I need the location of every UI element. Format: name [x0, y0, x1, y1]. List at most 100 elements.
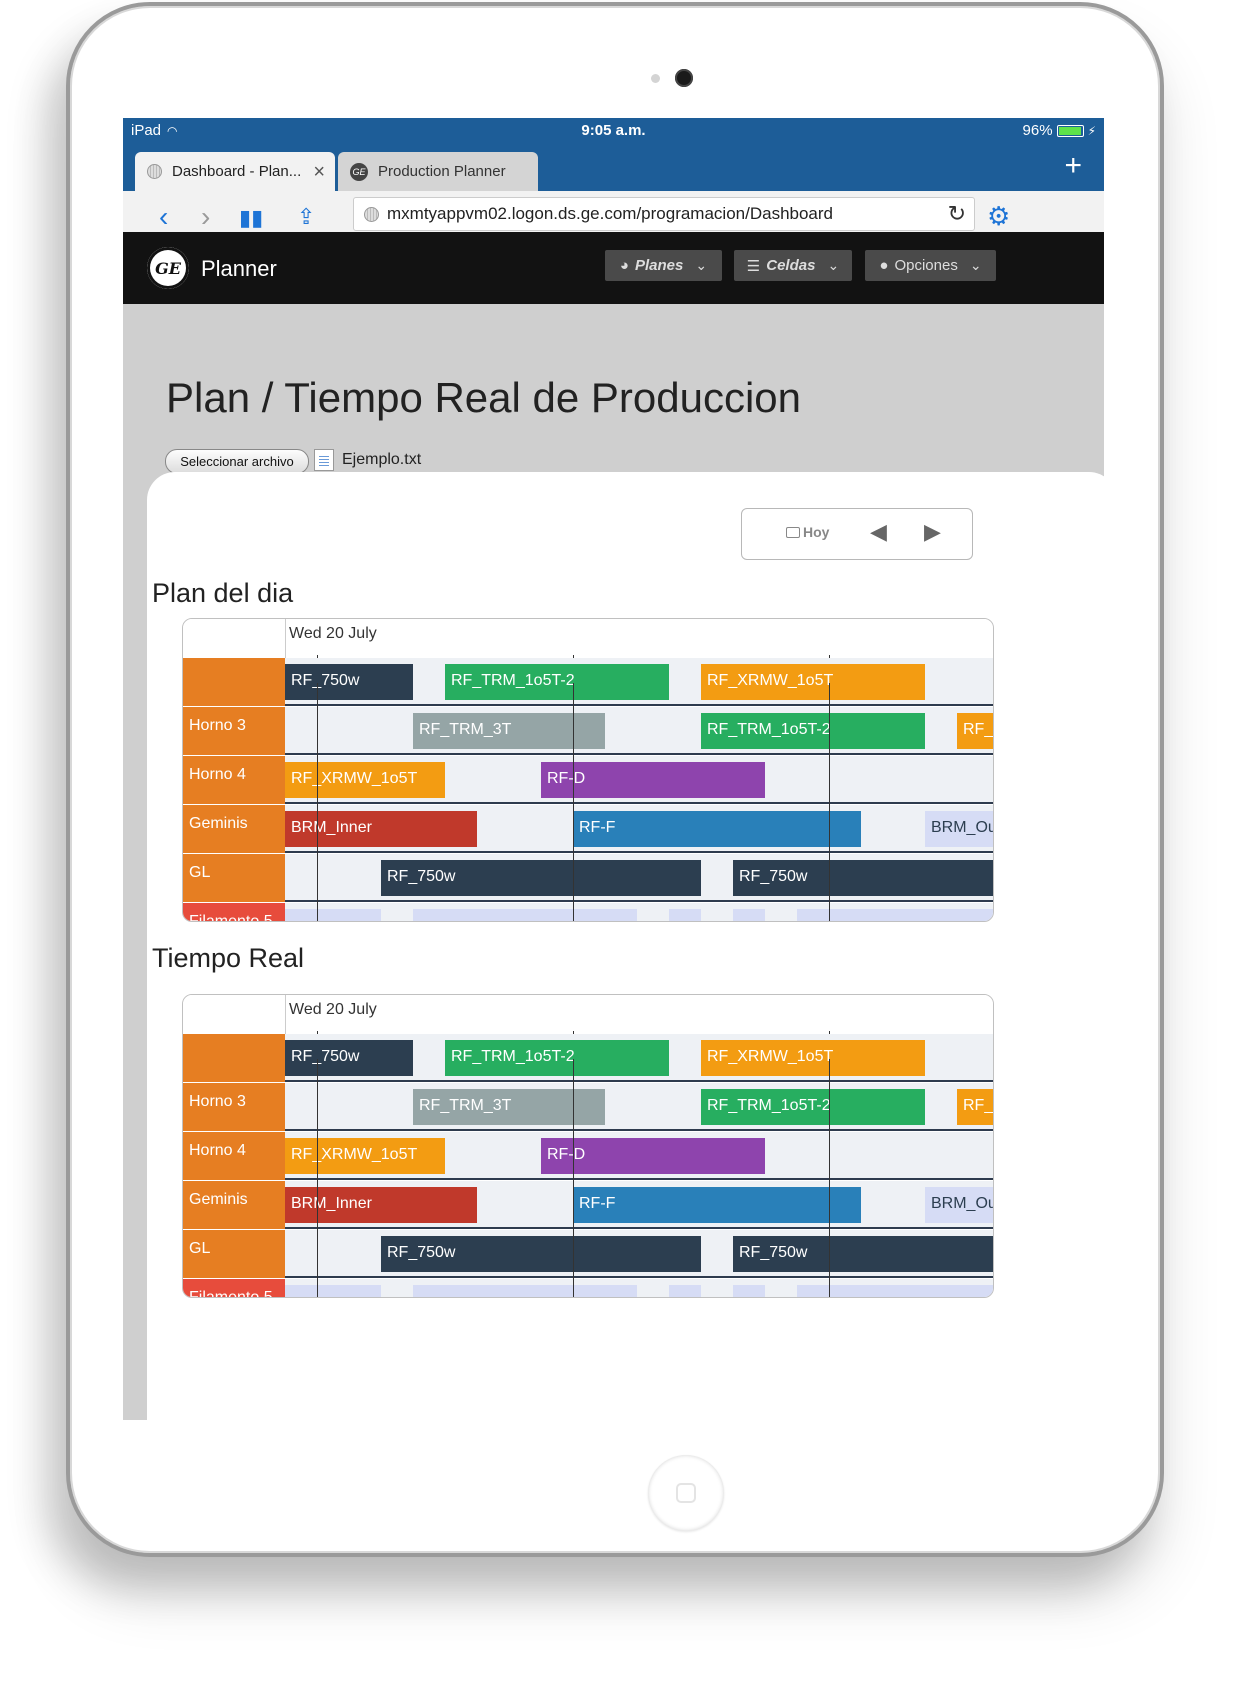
prev-arrow-icon[interactable]: ◀	[870, 519, 887, 545]
tab-dashboard[interactable]: Dashboard - Plan... ×	[135, 152, 335, 191]
schedule-bar[interactable]	[285, 909, 381, 921]
hour-gridline	[317, 1059, 318, 1297]
schedule-bar[interactable]: RF_TRM_3T	[413, 713, 605, 749]
schedule-bar[interactable]	[285, 1285, 381, 1297]
schedule-bar[interactable]	[413, 909, 637, 921]
section-title-plan: Plan del dia	[152, 578, 294, 608]
schedule-bar[interactable]: RF_XRMW_1o5T	[701, 664, 925, 700]
schedule-bar[interactable]: RF_750w	[381, 860, 701, 896]
home-button[interactable]	[648, 1455, 724, 1531]
row-label: Horno 4	[183, 1132, 285, 1180]
user-icon: ●	[879, 257, 889, 274]
menu-opciones[interactable]: ● Opciones ⌄	[865, 250, 996, 281]
ge-logo[interactable]: GE	[147, 247, 189, 289]
chevron-down-icon: ⌄	[969, 257, 982, 273]
timeline-row: Horno 4 RF_XRMW_1o5T RF-D	[183, 1132, 993, 1180]
schedule-bar[interactable]: RF-D	[541, 762, 765, 798]
timeline-row: RF_750w RF_TRM_1o5T-2 RF_XRMW_1o5T	[183, 658, 993, 706]
next-arrow-icon[interactable]: ▶	[924, 519, 941, 545]
row-label: Horno 3	[183, 1083, 285, 1131]
status-bar: iPad ◠ 9:05 a.m. 96% ⚡	[123, 118, 1104, 143]
schedule-bar[interactable]: RF_XRMW_1o5T	[957, 1089, 993, 1125]
sensor-dot	[651, 74, 660, 83]
row-label: Geminis	[183, 1181, 285, 1229]
timeline-row: GL RF_750w RF_750w	[183, 854, 993, 902]
timeline-plan: Wed 20 July08:0012:0016:00RF_750wRF_TRM_…	[182, 618, 994, 922]
back-icon[interactable]: ‹	[159, 201, 168, 233]
home-square-icon	[676, 1483, 696, 1503]
schedule-bar[interactable]: RF-D	[541, 1138, 765, 1174]
hour-gridline	[317, 683, 318, 921]
schedule-bar[interactable]: RF-F	[573, 1187, 861, 1223]
timeline-row: Filamento 5	[183, 903, 993, 921]
schedule-bar[interactable]: BRM_Outer	[925, 1187, 993, 1223]
screen: iPad ◠ 9:05 a.m. 96% ⚡ Dashboard - Plan..…	[123, 118, 1104, 1420]
menu-celdas[interactable]: ☰ Celdas ⌄	[734, 250, 852, 281]
gear-icon[interactable]: ⚙	[987, 201, 1010, 232]
schedule-bar[interactable]: RF_TRM_1o5T-2	[445, 1040, 669, 1076]
brand-name[interactable]: Planner	[201, 256, 277, 282]
timeline-body: RF_750w RF_TRM_1o5T-2 RF_XRMW_1o5T Horno 3R…	[183, 658, 993, 921]
schedule-bar[interactable]: RF_XRMW_1o5T	[285, 762, 445, 798]
new-tab-icon[interactable]: +	[1064, 149, 1082, 183]
timeline-row: GL RF_750w RF_750w	[183, 1230, 993, 1278]
schedule-bar[interactable]: BRM_Outer	[925, 811, 993, 847]
schedule-bar[interactable]	[733, 1285, 765, 1297]
row-label: Filamento 5	[183, 903, 285, 921]
schedule-bar[interactable]: RF_750w	[285, 1040, 413, 1076]
tab-production-planner[interactable]: GE Production Planner	[338, 152, 538, 191]
status-time: 9:05 a.m.	[581, 122, 646, 139]
schedule-bar[interactable]: RF_750w	[733, 1236, 993, 1272]
schedule-bar[interactable]	[797, 1285, 993, 1297]
today-button[interactable]: Hoy	[786, 524, 829, 540]
schedule-bar[interactable]: RF_750w	[285, 664, 413, 700]
timeline-date: Wed 20 July	[289, 1001, 377, 1018]
row-label	[183, 658, 285, 706]
schedule-bar[interactable]: RF_TRM_1o5T-2	[701, 713, 925, 749]
close-icon[interactable]: ×	[313, 161, 325, 184]
schedule-bar[interactable]	[733, 909, 765, 921]
schedule-bar[interactable]	[413, 1285, 637, 1297]
timeline-date: Wed 20 July	[289, 625, 377, 642]
schedule-bar[interactable]: RF_750w	[381, 1236, 701, 1272]
schedule-bar[interactable]: RF_XRMW_1o5T	[285, 1138, 445, 1174]
reload-icon[interactable]: ↻	[948, 201, 966, 227]
select-file-button[interactable]: Seleccionar archivo	[165, 449, 309, 474]
schedule-bar[interactable]	[797, 909, 993, 921]
schedule-bar[interactable]: RF_TRM_1o5T-2	[701, 1089, 925, 1125]
battery-percent: 96%	[1022, 122, 1053, 139]
schedule-bar[interactable]: RF-F	[573, 811, 861, 847]
row-label	[183, 1034, 285, 1082]
page-title: Plan / Tiempo Real de Produccion	[166, 374, 802, 421]
charging-icon: ⚡	[1087, 123, 1096, 138]
schedule-bar[interactable]: RF_750w	[733, 860, 993, 896]
row-label: Geminis	[183, 805, 285, 853]
schedule-bar[interactable]: RF_XRMW_1o5T	[957, 713, 993, 749]
timeline-row: Horno 3 RF_TRM_3T RF_TRM_1o5T-2 RF_XRMW_1o5…	[183, 707, 993, 755]
schedule-bar[interactable]: BRM_Inner	[285, 1187, 477, 1223]
today-label: Hoy	[803, 524, 830, 540]
ge-favicon-icon: GE	[350, 162, 368, 181]
globe-icon	[147, 164, 162, 179]
timeline-row: RF_750w RF_TRM_1o5T-2 RF_XRMW_1o5T	[183, 1034, 993, 1082]
schedule-bar[interactable]: RF_TRM_3T	[413, 1089, 605, 1125]
timeline-row: Horno 4 RF_XRMW_1o5T RF-D	[183, 756, 993, 804]
calendar-navigation: Hoy ◀ ▶	[741, 508, 973, 560]
schedule-bar[interactable]: BRM_Inner	[285, 811, 477, 847]
menu-planes[interactable]: ◕ Planes ⌄	[605, 250, 722, 281]
bookmarks-icon[interactable]: ▮▮	[239, 205, 263, 231]
menu-label: Celdas	[766, 257, 816, 274]
url-bar[interactable]: mxmtyappvm02.logon.ds.ge.com/programacio…	[353, 197, 975, 231]
timeline-row: GeminisBRM_Inner RF-F BRM_Outer	[183, 1181, 993, 1229]
schedule-bar[interactable]	[669, 1285, 701, 1297]
schedule-bar[interactable]: RF_XRMW_1o5T	[701, 1040, 925, 1076]
schedule-bar[interactable]: RF_TRM_1o5T-2	[445, 664, 669, 700]
forward-icon[interactable]: ›	[201, 201, 210, 233]
schedule-bar[interactable]	[669, 909, 701, 921]
row-label: Horno 3	[183, 707, 285, 755]
timeline-real: Wed 20 July08:0012:0016:00RF_750wRF_TRM_…	[182, 994, 994, 1298]
share-icon[interactable]: ⇪	[297, 204, 315, 230]
chevron-down-icon: ⌄	[695, 257, 708, 273]
row-label: GL	[183, 854, 285, 902]
section-title-real: Tiempo Real	[152, 943, 305, 973]
